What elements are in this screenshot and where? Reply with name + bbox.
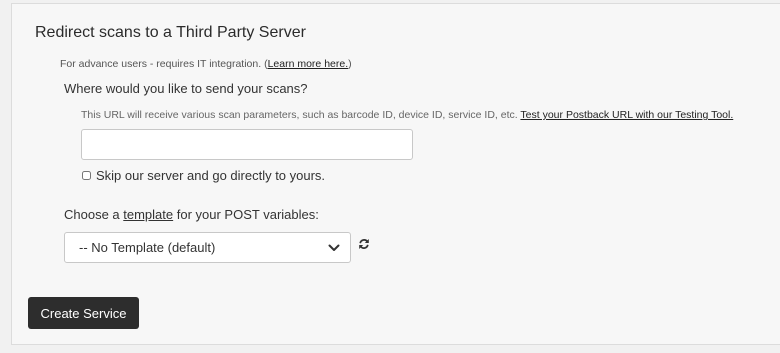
template-label: Choose a template for your POST variable… bbox=[64, 207, 319, 222]
template-link[interactable]: template bbox=[123, 207, 173, 222]
learn-more-link[interactable]: Learn more here. bbox=[268, 58, 349, 70]
chevron-down-icon bbox=[328, 244, 340, 251]
template-select[interactable]: -- No Template (default) bbox=[64, 232, 351, 263]
advance-note-prefix: For advance users - requires IT integrat… bbox=[60, 58, 268, 70]
postback-url-input[interactable] bbox=[81, 129, 413, 160]
template-select-value: -- No Template (default) bbox=[79, 240, 216, 255]
create-service-button[interactable]: Create Service bbox=[28, 297, 139, 329]
template-label-prefix: Choose a bbox=[64, 207, 124, 222]
postback-question: Where would you like to send your scans? bbox=[64, 81, 308, 96]
skip-server-option[interactable]: Skip our server and go directly to yours… bbox=[81, 167, 325, 183]
testing-tool-link[interactable]: Test your Postback URL with our Testing … bbox=[520, 109, 733, 121]
refresh-icon[interactable] bbox=[358, 238, 370, 250]
template-label-suffix: for your POST variables: bbox=[173, 207, 319, 222]
advance-note: For advance users - requires IT integrat… bbox=[60, 58, 352, 70]
section-title: Redirect scans to a Third Party Server bbox=[35, 24, 306, 41]
skip-server-label: Skip our server and go directly to yours… bbox=[96, 167, 326, 183]
postback-note: This URL will receive various scan param… bbox=[81, 109, 733, 121]
skip-server-checkbox[interactable] bbox=[82, 170, 91, 180]
advance-note-suffix: ) bbox=[348, 58, 352, 70]
postback-note-text: This URL will receive various scan param… bbox=[81, 109, 521, 121]
